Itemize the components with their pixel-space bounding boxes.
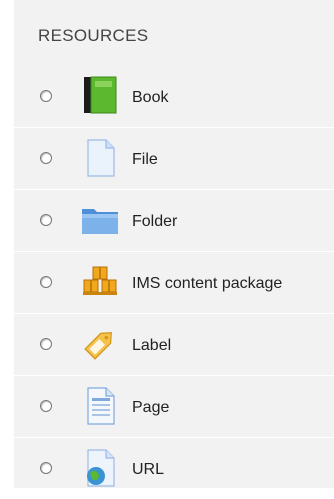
resource-label: Book — [132, 89, 169, 106]
resource-option-label[interactable]: Label — [14, 314, 334, 376]
resource-option-page[interactable]: Page — [14, 376, 334, 438]
resource-label: Page — [132, 399, 170, 416]
resource-option-file[interactable]: File — [14, 128, 334, 190]
book-icon — [80, 76, 120, 116]
package-icon — [80, 262, 120, 302]
radio-button[interactable] — [40, 276, 52, 288]
resource-label: File — [132, 151, 158, 168]
resource-option-folder[interactable]: Folder — [14, 190, 334, 252]
radio-button[interactable] — [40, 338, 52, 350]
label-tag-icon — [80, 324, 120, 364]
radio-button[interactable] — [40, 462, 52, 474]
resource-label: Folder — [132, 213, 178, 230]
radio-button[interactable] — [40, 90, 52, 102]
resource-option-url[interactable]: URL — [14, 438, 334, 499]
radio-button[interactable] — [40, 152, 52, 164]
section-title: RESOURCES — [38, 26, 149, 45]
radio-button[interactable] — [40, 214, 52, 226]
resource-label: IMS content package — [132, 275, 283, 292]
file-icon — [80, 138, 120, 178]
resource-label: Label — [132, 337, 172, 354]
folder-icon — [80, 200, 120, 240]
resource-option-ims-content-package[interactable]: IMS content package — [14, 252, 334, 314]
resource-list: Book File Folder IMS content package Lab… — [14, 66, 334, 499]
resources-panel: RESOURCES Book File Folder IMS content p… — [14, 0, 334, 488]
radio-button[interactable] — [40, 400, 52, 412]
resource-option-book[interactable]: Book — [14, 66, 334, 128]
page-icon — [80, 386, 120, 426]
url-globe-icon — [80, 448, 120, 488]
resource-label: URL — [132, 461, 165, 478]
